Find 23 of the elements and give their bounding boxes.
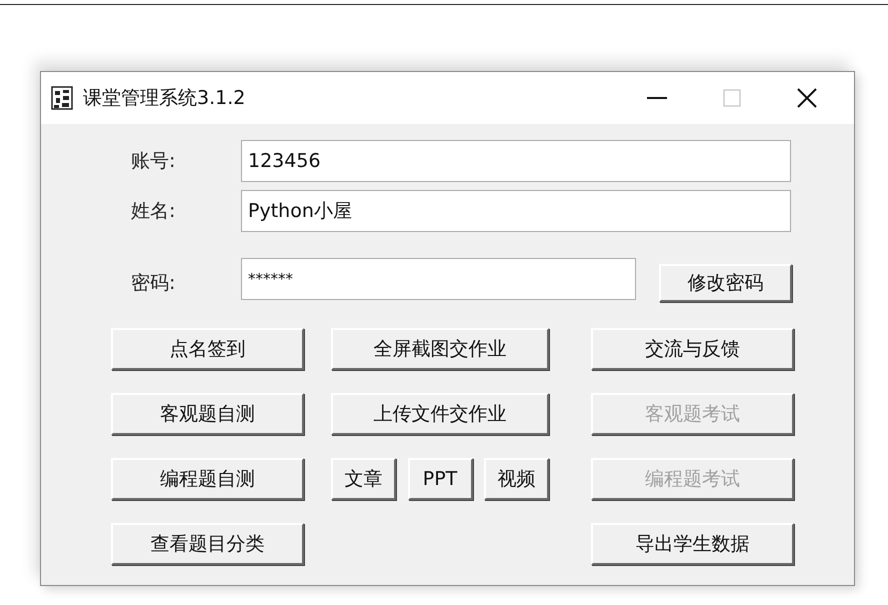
action-button[interactable]: 全屏截图交作业 xyxy=(331,328,549,370)
action-button[interactable]: 上传文件交作业 xyxy=(331,393,549,435)
action-button[interactable]: 编程题自测 xyxy=(111,458,304,500)
action-button[interactable]: 视频 xyxy=(484,458,549,500)
field-label: 密码: xyxy=(130,271,176,296)
action-button[interactable]: PPT xyxy=(408,458,472,500)
text-field[interactable]: Python小屋 xyxy=(241,190,791,232)
text-field[interactable]: 123456 xyxy=(241,140,791,182)
field-label: 账号: xyxy=(130,149,176,174)
action-button[interactable]: 交流与反馈 xyxy=(591,328,794,370)
maximize-icon xyxy=(722,89,740,107)
action-button[interactable]: 导出学生数据 xyxy=(591,523,794,565)
window-title: 课堂管理系统3.1.2 xyxy=(83,86,246,111)
action-button[interactable]: 文章 xyxy=(331,458,396,500)
app-icon xyxy=(51,86,73,110)
action-button[interactable]: 查看题目分类 xyxy=(111,523,304,565)
minimize-icon xyxy=(646,96,666,100)
action-button[interactable]: 客观题自测 xyxy=(111,393,304,435)
close-icon xyxy=(796,87,818,109)
action-button[interactable]: 点名签到 xyxy=(111,328,304,370)
field-label: 姓名: xyxy=(130,199,176,224)
change-password-button[interactable]: 修改密码 xyxy=(659,264,792,302)
password-field[interactable]: ****** xyxy=(241,258,636,300)
